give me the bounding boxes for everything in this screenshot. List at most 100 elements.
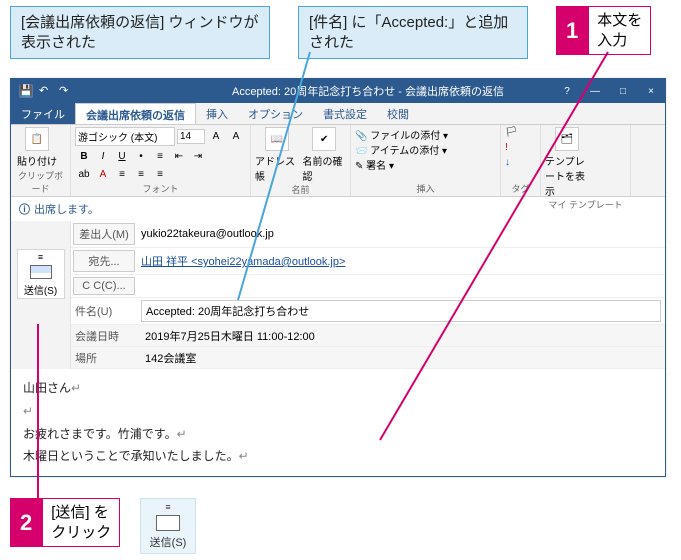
attach-item-button[interactable]: 📨 アイテムの添付 ▾	[355, 142, 447, 157]
when-label: 会議日時	[71, 326, 141, 346]
body-line-1: 山田さん	[23, 381, 71, 395]
callout-subject-added: [件名] に「Accepted:」と追加された	[298, 6, 528, 59]
paste-label: 貼り付け	[17, 153, 57, 168]
from-value: yukio22takeura@outlook.jp	[137, 226, 665, 242]
info-icon: ⓘ	[19, 201, 30, 217]
group-names: 📖 アドレス帳 ✔ 名前の確認 名前	[251, 125, 351, 196]
tab-format[interactable]: 書式設定	[313, 103, 377, 124]
grow-font-icon[interactable]: A	[207, 129, 225, 145]
group-names-label: 名前	[255, 183, 346, 196]
outlook-compose-window: 💾 ↶ ↷ Accepted: 20周年記念打ち合わせ - 会議出席依頼の返信 …	[10, 78, 666, 477]
body-line-2: お疲れさまです。竹浦です。	[23, 427, 177, 441]
group-templates: 🗂 テンプレートを表示 マイ テンプレート	[541, 125, 631, 196]
to-value[interactable]: 山田 祥平 <syohei22yamada@outlook.jp>	[137, 251, 665, 271]
signature-button[interactable]: ✎ 署名 ▾	[355, 157, 394, 172]
tab-option[interactable]: オプション	[238, 103, 313, 124]
tab-review[interactable]: 校閲	[377, 103, 419, 124]
subject-label: 件名(U)	[71, 301, 141, 321]
step-2-number: 2	[10, 498, 42, 547]
align-right-button[interactable]: ≡	[151, 166, 169, 182]
address-book-icon: 📖	[265, 127, 289, 151]
check-names-label: 名前の確認	[303, 153, 347, 183]
attach-file-label: ファイルの添付	[370, 131, 440, 142]
send-button[interactable]: ≡ 送信(S)	[17, 249, 65, 299]
font-size-select[interactable]: 14	[177, 129, 205, 144]
underline-button[interactable]: U	[113, 148, 131, 164]
paste-button[interactable]: 📋 貼り付け	[15, 127, 59, 168]
view-templates-button[interactable]: 🗂 テンプレートを表示	[545, 127, 589, 198]
send-button-enlarged: ≡ 送信(S)	[140, 498, 196, 554]
address-book-button[interactable]: 📖 アドレス帳	[255, 127, 299, 183]
paragraph-mark-icon: ↵	[239, 449, 249, 463]
step-1: 1 本文を 入力	[556, 6, 651, 55]
paragraph-mark-icon: ↵	[23, 404, 33, 418]
outdent-button[interactable]: ⇤	[170, 148, 188, 164]
cc-value[interactable]	[137, 284, 665, 288]
font-color-button[interactable]: A	[94, 166, 112, 182]
send-enlarged-label: 送信(S)	[150, 534, 187, 550]
send-label: 送信(S)	[24, 282, 57, 297]
from-button[interactable]: 差出人(M)	[73, 223, 135, 245]
high-importance-button[interactable]: !	[505, 142, 508, 153]
to-button[interactable]: 宛先...	[73, 250, 135, 272]
step-2: 2 [送信] を クリック	[10, 498, 120, 547]
body-line-3: 木曜日ということで承知いたしました。	[23, 449, 239, 463]
align-center-button[interactable]: ≡	[132, 166, 150, 182]
paragraph-mark-icon: ↵	[177, 427, 187, 441]
address-book-label: アドレス帳	[255, 153, 299, 183]
cc-button[interactable]: C C(C)...	[73, 277, 135, 295]
step-1-text: 本文を 入力	[588, 6, 651, 55]
view-templates-label: テンプレートを表示	[545, 153, 589, 198]
ribbon-tabs: ファイル 会議出席依頼の返信 挿入 オプション 書式設定 校閲	[11, 103, 665, 125]
follow-up-button[interactable]: 🏳	[505, 127, 518, 138]
group-include-label: 挿入	[355, 182, 496, 195]
redo-icon[interactable]: ↷	[59, 84, 73, 98]
group-include: 📎 ファイルの添付 ▾ 📨 アイテムの添付 ▾ ✎ 署名 ▾ 挿入	[351, 125, 501, 196]
envelope-icon	[30, 265, 52, 279]
group-font: 游ゴシック (本文) 14 A A B I U • ≡ ⇤ ⇥ ab A	[71, 125, 251, 196]
check-names-icon: ✔	[312, 127, 336, 151]
tab-response[interactable]: 会議出席依頼の返信	[75, 103, 196, 124]
maximize-button[interactable]: □	[609, 79, 637, 103]
info-text: 出席します。	[34, 201, 99, 217]
group-templates-label: マイ テンプレート	[545, 198, 626, 211]
callout-window-shown: [会議出席依頼の返信] ウィンドウが表示された	[10, 6, 270, 59]
undo-icon[interactable]: ↶	[39, 84, 53, 98]
subject-input[interactable]: Accepted: 20周年記念打ち合わせ	[141, 300, 661, 322]
quick-access-toolbar: 💾 ↶ ↷	[11, 84, 81, 98]
indent-button[interactable]: ⇥	[189, 148, 207, 164]
send-panel: ≡ 送信(S)	[11, 221, 71, 369]
templates-icon: 🗂	[555, 127, 579, 151]
italic-button[interactable]: I	[94, 148, 112, 164]
highlight-button[interactable]: ab	[75, 166, 93, 182]
numbering-button[interactable]: ≡	[151, 148, 169, 164]
minimize-button[interactable]: —	[581, 79, 609, 103]
ribbon: 📋 貼り付け クリップボード 游ゴシック (本文) 14 A A B I U •	[11, 125, 665, 197]
bold-button[interactable]: B	[75, 148, 93, 164]
group-tags-label: タグ	[505, 182, 536, 195]
bullets-button[interactable]: •	[132, 148, 150, 164]
align-left-button[interactable]: ≡	[113, 166, 131, 182]
signature-label: 署名	[366, 161, 386, 172]
attach-item-label: アイテムの添付	[370, 146, 439, 157]
where-label: 場所	[71, 348, 141, 368]
group-tags: 🏳 ! ↓ タグ	[501, 125, 541, 196]
group-clipboard: 📋 貼り付け クリップボード	[11, 125, 71, 196]
where-value: 142会議室	[141, 348, 665, 368]
ribbon-options-icon[interactable]: ?	[553, 79, 581, 103]
save-icon[interactable]: 💾	[19, 84, 33, 98]
titlebar: 💾 ↶ ↷ Accepted: 20周年記念打ち合わせ - 会議出席依頼の返信 …	[11, 79, 665, 103]
paragraph-mark-icon: ↵	[71, 381, 81, 395]
window-title: Accepted: 20周年記念打ち合わせ - 会議出席依頼の返信	[191, 83, 545, 99]
group-clipboard-label: クリップボード	[15, 169, 66, 195]
font-name-select[interactable]: 游ゴシック (本文)	[75, 127, 175, 146]
close-button[interactable]: ×	[637, 79, 665, 103]
message-body[interactable]: 山田さん↵ ↵ お疲れさまです。竹浦です。↵ 木曜日ということで承知いたしました…	[11, 369, 665, 476]
tab-file[interactable]: ファイル	[11, 103, 75, 124]
envelope-icon	[156, 515, 180, 531]
check-names-button[interactable]: ✔ 名前の確認	[303, 127, 347, 183]
tab-insert[interactable]: 挿入	[196, 103, 238, 124]
low-importance-button[interactable]: ↓	[505, 157, 510, 168]
attach-file-button[interactable]: 📎 ファイルの添付 ▾	[355, 127, 448, 142]
shrink-font-icon[interactable]: A	[227, 129, 245, 145]
